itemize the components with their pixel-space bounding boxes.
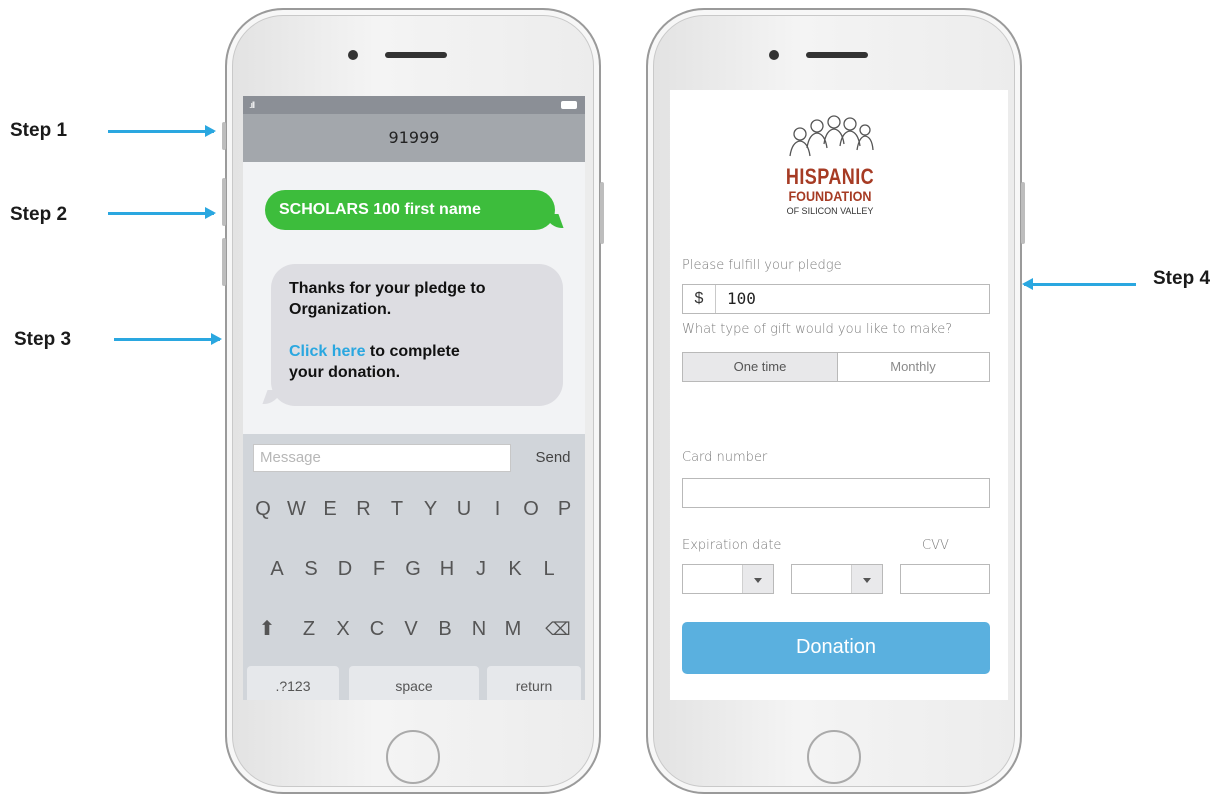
key-u[interactable]: U [450,492,478,526]
shift-key-icon[interactable]: ⬆ [251,612,283,646]
donation-button[interactable]: Donation [682,622,990,674]
signal-icon: .ıll [249,100,255,110]
key-m[interactable]: M [499,612,527,646]
keyboard: Message Send QWERTYUIOP ASDFGHJKL ZXCVBN… [243,434,585,700]
incoming-message-bubble: Thanks for your pledge to Organization. … [271,264,563,406]
people-logo-icon [789,115,874,157]
gift-option-monthly[interactable]: Monthly [837,353,989,381]
volume-down-button [222,238,226,286]
status-bar: .ıll [243,96,585,114]
incoming-line-4: your donation. [289,364,401,381]
step-4-arrow [1022,278,1136,290]
key-l[interactable]: L [535,552,563,586]
step-4-label: Step 4 [1153,268,1211,289]
key-o[interactable]: O [517,492,545,526]
camera-icon [348,50,358,60]
return-key[interactable]: return [487,666,581,700]
outgoing-message-bubble: SCHOLARS 100 first name [265,190,555,230]
logo-line-3: OF SILICON VALLEY [786,206,874,216]
volume-up-button [222,178,226,226]
key-r[interactable]: R [350,492,378,526]
incoming-line-1: Thanks for your pledge to [289,280,486,297]
cvv-field[interactable] [900,564,990,594]
camera-icon [769,50,779,60]
step-2-label: Step 2 [10,204,68,225]
message-thread[interactable]: SCHOLARS 100 first name Thanks for your … [243,162,585,434]
key-j[interactable]: J [467,552,495,586]
power-button [1021,182,1025,244]
incoming-line-2: Organization. [289,301,392,318]
step-3-arrow [114,333,222,345]
step-2-arrow [108,207,216,219]
key-w[interactable]: W [283,492,311,526]
backspace-key-icon[interactable]: ⌫ [539,612,577,646]
key-b[interactable]: B [431,612,459,646]
key-c[interactable]: C [363,612,391,646]
send-button[interactable]: Send [528,444,578,472]
key-p[interactable]: P [551,492,579,526]
cvv-label: CVV [922,538,949,553]
key-z[interactable]: Z [295,612,323,646]
pledge-amount-field[interactable]: $ 100 [682,284,990,314]
battery-icon [561,101,577,109]
key-g[interactable]: G [399,552,427,586]
phone-donation: HISPANIC FOUNDATION OF SILICON VALLEY Pl… [646,8,1025,794]
mute-switch [222,122,226,150]
key-h[interactable]: H [433,552,461,586]
gift-type-toggle: One time Monthly [682,352,990,382]
logo-line-1: HISPANIC [785,164,875,189]
chevron-down-icon [851,565,882,593]
phone-sms: .ıll 91999 SCHOLARS 100 first name Thank… [222,8,604,794]
incoming-line-3: to complete [365,343,460,360]
key-k[interactable]: K [501,552,529,586]
home-button[interactable] [807,730,861,784]
key-f[interactable]: F [365,552,393,586]
expiration-label: Expiration date [682,538,782,553]
key-v[interactable]: V [397,612,425,646]
currency-symbol: $ [683,285,716,313]
donation-screen: HISPANIC FOUNDATION OF SILICON VALLEY Pl… [670,90,1008,700]
step-1-arrow [108,125,216,137]
key-t[interactable]: T [383,492,411,526]
key-s[interactable]: S [297,552,325,586]
outgoing-message-text: SCHOLARS 100 first name [279,201,481,218]
key-i[interactable]: I [484,492,512,526]
step-3-label: Step 3 [14,329,72,350]
chevron-down-icon [742,565,773,593]
pledge-amount-value: 100 [727,289,756,308]
conversation-contact: 91999 [243,114,585,162]
donation-link[interactable]: Click here [289,343,365,360]
key-y[interactable]: Y [417,492,445,526]
speaker-grille [385,52,447,58]
power-button [600,182,604,244]
key-n[interactable]: N [465,612,493,646]
foundation-logo: HISPANIC FOUNDATION OF SILICON VALLEY [770,106,890,224]
card-number-field[interactable] [682,478,990,508]
key-q[interactable]: Q [249,492,277,526]
numbers-key[interactable]: .?123 [247,666,339,700]
pledge-label: Please fulfill your pledge [682,258,842,273]
expiration-year-select[interactable] [791,564,883,594]
key-a[interactable]: A [263,552,291,586]
space-key[interactable]: space [349,666,479,700]
gift-option-one-time[interactable]: One time [683,353,838,381]
step-1-label: Step 1 [10,120,68,141]
message-input[interactable]: Message [253,444,511,472]
gift-type-label: What type of gift would you like to make… [682,322,953,337]
card-number-label: Card number [682,450,768,465]
key-x[interactable]: X [329,612,357,646]
logo-line-2: FOUNDATION [788,188,872,204]
key-d[interactable]: D [331,552,359,586]
sms-screen: .ıll 91999 SCHOLARS 100 first name Thank… [243,96,585,700]
expiration-month-select[interactable] [682,564,774,594]
key-e[interactable]: E [316,492,344,526]
speaker-grille [806,52,868,58]
home-button[interactable] [386,730,440,784]
